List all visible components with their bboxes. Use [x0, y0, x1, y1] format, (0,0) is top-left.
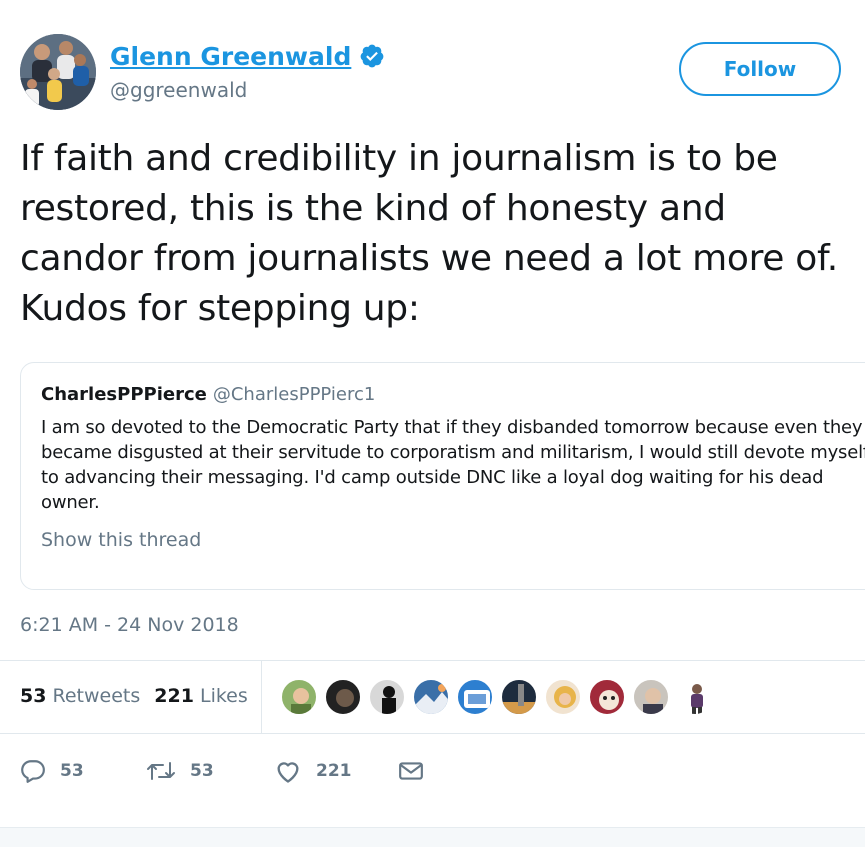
- liker-avatar[interactable]: [324, 678, 362, 716]
- retweet-icon: [147, 762, 175, 780]
- tweet-header: Glenn Greenwald @ggreenwald Follow: [20, 34, 845, 114]
- display-name-row: Glenn Greenwald: [110, 40, 385, 72]
- liker-avatar[interactable]: [280, 678, 318, 716]
- quoted-tweet-text: I am so devoted to the Democratic Party …: [41, 417, 865, 513]
- liker-avatar[interactable]: [588, 678, 626, 716]
- reply-count: 53: [60, 761, 84, 781]
- avatar-image: [20, 34, 96, 110]
- verified-badge-icon: [360, 44, 384, 68]
- bottom-strip: [0, 827, 865, 847]
- likes-stat[interactable]: 221 Likes: [154, 685, 248, 707]
- author-handle[interactable]: @ggreenwald: [110, 78, 385, 102]
- like-action[interactable]: 221: [274, 758, 352, 784]
- author-display-name[interactable]: Glenn Greenwald: [110, 42, 351, 71]
- like-count: 221: [316, 761, 352, 781]
- heart-icon: [277, 762, 299, 783]
- liker-avatar[interactable]: [632, 678, 670, 716]
- retweets-count: 53: [20, 685, 47, 707]
- retweets-label: Retweets: [52, 685, 141, 707]
- show-thread-link[interactable]: Show this thread: [41, 529, 859, 551]
- tweet-timestamp[interactable]: 6:21 AM - 24 Nov 2018: [20, 614, 239, 636]
- author-avatar[interactable]: [20, 34, 96, 110]
- author-names: Glenn Greenwald @ggreenwald: [110, 40, 385, 102]
- liker-avatar[interactable]: [676, 678, 714, 716]
- stats-row: 53 Retweets 221 Likes: [0, 660, 865, 734]
- liker-avatar[interactable]: [412, 678, 450, 716]
- engagement-stats: 53 Retweets 221 Likes: [20, 685, 248, 707]
- reply-action[interactable]: 53: [20, 758, 84, 784]
- retweet-count: 53: [190, 761, 214, 781]
- tweet-actions: 53 53 221: [20, 752, 520, 792]
- liker-avatar[interactable]: [456, 678, 494, 716]
- follow-button[interactable]: Follow: [679, 42, 841, 96]
- reply-icon: [21, 760, 45, 783]
- liker-avatar[interactable]: [500, 678, 538, 716]
- quoted-author-handle: @CharlesPPPierc1: [212, 384, 376, 405]
- stats-divider: [261, 661, 262, 733]
- retweet-action[interactable]: 53: [146, 758, 214, 784]
- tweet-page: Glenn Greenwald @ggreenwald Follow If fa…: [0, 0, 865, 847]
- liker-avatar[interactable]: [544, 678, 582, 716]
- direct-message-icon: [399, 762, 423, 780]
- quoted-author-name: CharlesPPPierce: [41, 384, 207, 405]
- tweet-text: If faith and credibility in journalism i…: [20, 138, 838, 329]
- quoted-tweet-header: CharlesPPPierce @CharlesPPPierc1: [41, 383, 859, 407]
- retweets-stat[interactable]: 53 Retweets: [20, 685, 140, 707]
- likes-label: Likes: [199, 685, 248, 707]
- quoted-tweet[interactable]: CharlesPPPierce @CharlesPPPierc1 I am so …: [20, 362, 865, 590]
- direct-message-action[interactable]: [398, 758, 438, 784]
- likes-count: 221: [154, 685, 194, 707]
- liker-avatar[interactable]: [368, 678, 406, 716]
